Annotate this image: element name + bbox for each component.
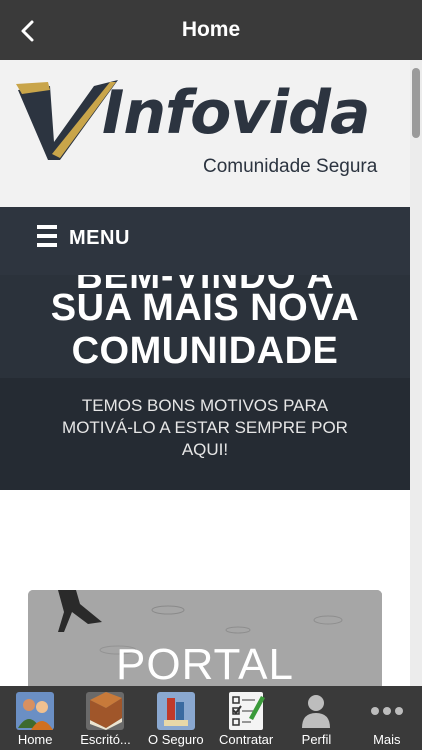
tab-escritorio-label: Escritó... [80,732,131,747]
portal-label: PORTAL [116,640,294,686]
tab-home[interactable]: Home [0,686,70,750]
tab-mais-label: Mais [373,732,401,747]
hamburger-icon [37,225,57,247]
hero-title: SUA MAIS NOVA COMUNIDADE [0,287,410,373]
logo-brand-text: Infovida [102,78,370,148]
scrollbar-thumb[interactable] [412,68,420,138]
people-icon [16,692,55,730]
tab-perfil-label: Perfil [301,732,332,747]
hero-subtext-line-3: AQUI! [181,440,229,459]
scrollbar[interactable] [410,60,422,686]
page-title: Home [181,18,241,41]
hero-section: MENU BEM-VINDO A SUA MAIS NOVA COMUNIDAD… [0,207,410,490]
tab-contratar[interactable]: Contratar [211,686,281,750]
tab-escritorio[interactable]: Escritó... [70,686,140,750]
more-dots-icon [370,707,403,715]
portal-card[interactable]: PORTAL [28,590,382,686]
book-icon [86,692,125,730]
menu-label: MENU [69,227,130,249]
menu-button[interactable]: MENU [0,207,410,275]
tab-home-label: Home [17,732,53,747]
bottom-tab-bar: Home Escritó... O Seguro Contratar Perfi… [0,686,422,750]
logo-tagline: Comunidade Segura [203,156,378,177]
books-icon [156,692,195,730]
checklist-icon [229,692,266,730]
hero-subtext-line-2: MOTIVÁ-LO A ESTAR SEMPRE POR [62,418,348,437]
logo-header: Infovida Comunidade Segura [0,60,410,207]
hero-subtext-band: TEMOS BONS MOTIVOS PARA MOTIVÁ-LO A ESTA… [0,378,410,490]
tab-o-seguro-label: O Seguro [147,732,204,747]
person-icon [302,695,331,728]
content-scroll-area[interactable]: Infovida Comunidade Segura MENU BEM-VIND… [0,60,410,686]
tab-o-seguro[interactable]: O Seguro [141,686,211,750]
hero-title-line-2: COMUNIDADE [71,330,339,372]
top-nav-bar: Home [0,0,422,60]
hero-subtext-line-1: TEMOS BONS MOTIVOS PARA [81,396,329,415]
tab-mais[interactable]: Mais [352,686,422,750]
hero-subtext: TEMOS BONS MOTIVOS PARA MOTIVÁ-LO A ESTA… [30,395,380,461]
tab-contratar-label: Contratar [219,732,274,747]
tab-perfil[interactable]: Perfil [281,686,351,750]
